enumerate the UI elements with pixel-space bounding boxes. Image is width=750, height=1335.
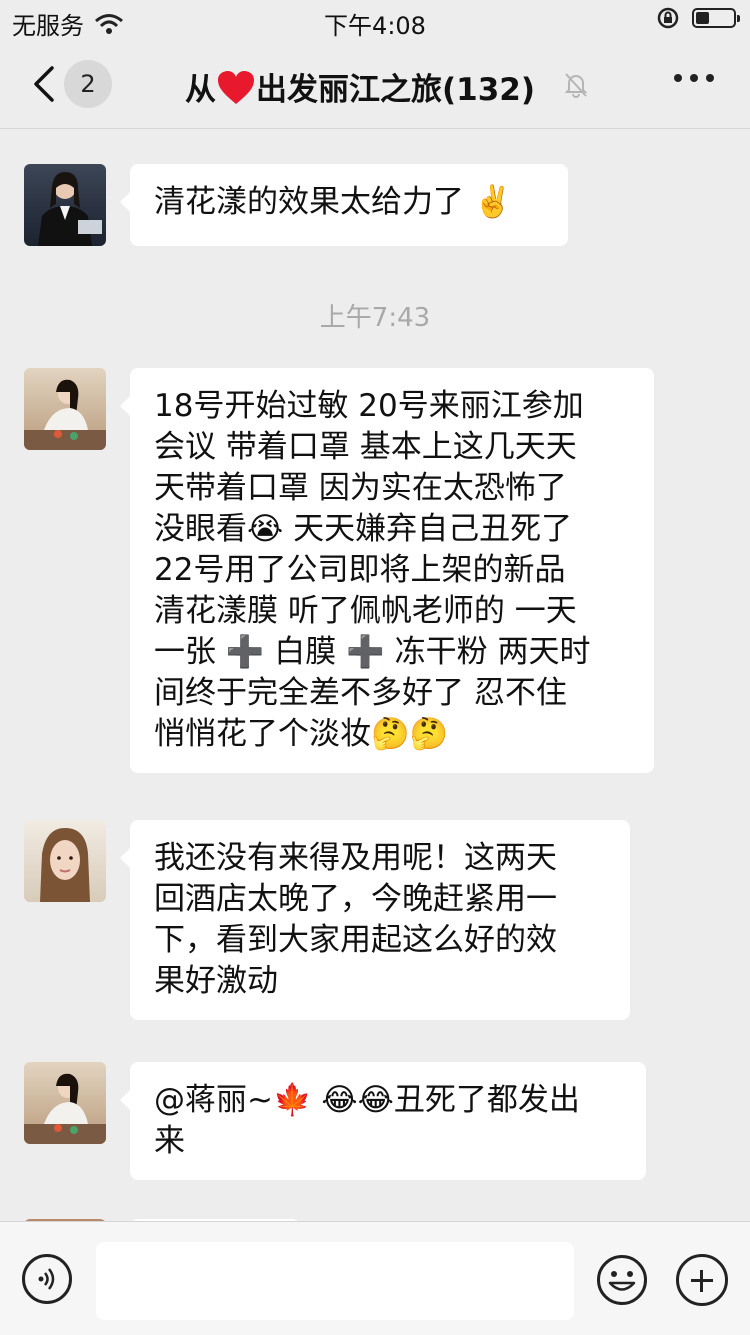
- message-row: 18号开始过敏 20号来丽江参加 会议 带着口罩 基本上这几天天 天带着口罩 因…: [24, 368, 654, 773]
- message-text-line: 清花漾膜 听了佩帆老师的 一天: [154, 593, 577, 629]
- message-text-line: 下，看到大家用起这么好的效: [154, 922, 557, 958]
- message-text: 清花漾的效果太给力了 ✌️: [154, 184, 513, 220]
- message-row: 清花漾的效果太给力了 ✌️: [24, 164, 568, 246]
- message-text-line: @蒋丽~🍁 😂😂丑死了都发出: [154, 1082, 580, 1118]
- title-suffix: 出发丽江之旅(132): [255, 72, 536, 108]
- clock: 下午4:08: [324, 12, 426, 40]
- rotation-lock-icon: [657, 7, 679, 29]
- message-text-line: 果好激动: [154, 963, 278, 999]
- message-input[interactable]: [96, 1242, 574, 1320]
- message-text-line: 会议 带着口罩 基本上这几天天: [154, 429, 577, 465]
- heart-icon: [217, 71, 254, 104]
- message-bubble[interactable]: 我还没有来得及用呢！这两天 回酒店太晚了，今晚赶紧用一 下，看到大家用起这么好的…: [120, 820, 630, 1020]
- emoji-icon[interactable]: [596, 1254, 648, 1306]
- message-row: 我还没有来得及用呢！这两天 回酒店太晚了，今晚赶紧用一 下，看到大家用起这么好的…: [24, 820, 630, 1020]
- message-text-line: 悄悄花了个淡妆🤔🤔: [154, 716, 449, 752]
- more-icon[interactable]: [674, 74, 714, 82]
- timestamp: 上午7:43: [319, 303, 431, 333]
- message-text-line: 没眼看😭 天天嫌弃自己丑死了: [154, 511, 573, 547]
- message-text-line: 22号用了公司即将上架的新品: [154, 552, 566, 588]
- avatar[interactable]: [24, 1062, 106, 1144]
- avatar[interactable]: [24, 368, 106, 450]
- avatar[interactable]: [24, 820, 106, 902]
- message-bubble[interactable]: 清花漾的效果太给力了 ✌️: [120, 164, 568, 246]
- chat-header: 2 从 出发丽江之旅(132): [0, 40, 750, 129]
- message-text-line: 回酒店太晚了，今晚赶紧用一: [154, 881, 557, 917]
- message-row: @蒋丽~🍁 😂😂丑死了都发出 来: [24, 1062, 646, 1180]
- message-bubble[interactable]: 18号开始过敏 20号来丽江参加 会议 带着口罩 基本上这几天天 天带着口罩 因…: [120, 368, 654, 773]
- chat-title: 从 出发丽江之旅(132): [120, 64, 600, 109]
- message-text-line: 18号开始过敏 20号来丽江参加: [154, 388, 584, 424]
- chevron-left-icon[interactable]: [26, 62, 66, 106]
- input-bar: [0, 1221, 750, 1335]
- message-bubble[interactable]: @蒋丽~🍁 😂😂丑死了都发出 来: [120, 1062, 646, 1180]
- battery-icon: [692, 8, 740, 28]
- voice-icon[interactable]: [22, 1254, 72, 1304]
- message-text-line: 我还没有来得及用呢！这两天: [154, 840, 557, 876]
- message-text-line: 天带着口罩 因为实在太恐怖了: [154, 470, 567, 506]
- message-text-line: 一张 ➕ 白膜 ➕ 冻干粉 两天时: [154, 634, 591, 670]
- message-list[interactable]: 清花漾的效果太给力了 ✌️ 上午7:43 18号开始过敏 20号来丽江参加 会议…: [0, 129, 750, 1221]
- message-text-line: 来: [154, 1123, 185, 1159]
- unread-count-badge[interactable]: 2: [64, 60, 112, 108]
- plus-icon[interactable]: [676, 1254, 728, 1306]
- mute-bell-icon: [564, 73, 588, 98]
- message-text-line: 间终于完全差不多好了 忍不住: [154, 675, 567, 711]
- status-bar: 无服务 下午4:08: [0, 0, 750, 40]
- avatar[interactable]: [24, 164, 106, 246]
- title-prefix: 从: [184, 72, 216, 108]
